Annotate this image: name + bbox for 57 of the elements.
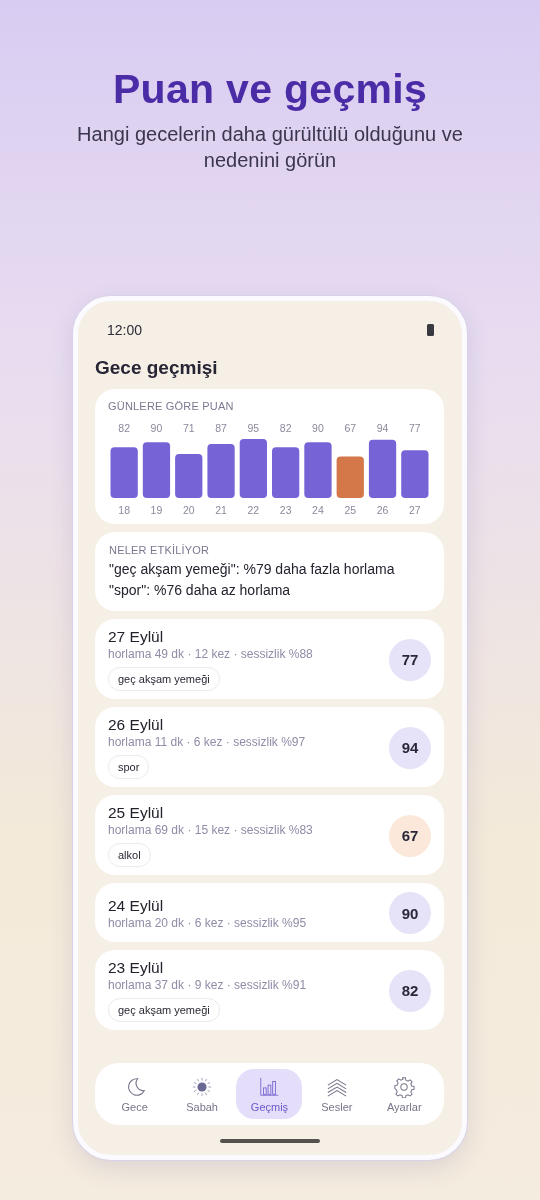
score-circle: 77 (389, 638, 431, 681)
day-label: 26 (376, 504, 389, 516)
night-date: 23 Eylül (108, 959, 165, 977)
night-date: 24 Eylül (108, 896, 165, 915)
night-card[interactable]: 24 Eylül horlama 20 dk · 6 kez · sessizlik %95 90 (95, 883, 444, 942)
card-caption: GÜNLERE GÖRE PUAN (108, 400, 235, 412)
card-caption: NELER ETKİLİYOR (109, 544, 211, 556)
bar-value-label: 82 (279, 422, 292, 434)
nav-tab[interactable]: Sabah (169, 1069, 236, 1119)
day-label: 23 (279, 504, 292, 516)
night-stats: horlama 11 dk · 6 kez · sessizlik %97 (108, 735, 307, 749)
day-label: 21 (215, 504, 227, 516)
night-card[interactable]: 23 Eylül horlama 37 dk · 9 kez · sessizlik %91 geç akşam yemeği 82 (95, 950, 444, 1030)
night-card[interactable]: 27 Eylül horlama 49 dk · 12 kez · sessizlik %88 geç akşam yemeği 77 (95, 619, 444, 699)
night-stats: horlama 49 dk · 12 kez · sessizlik %88 (108, 647, 314, 661)
day-label: 19 (150, 504, 163, 516)
screen-title: Gece geçmişi (95, 357, 219, 379)
day-label: 22 (247, 504, 260, 516)
day-label: 27 (409, 504, 421, 516)
day-label: 25 (344, 504, 357, 516)
night-stats: horlama 37 dk · 9 kez · sessizlik %91 (108, 978, 308, 992)
bar-value-label: 71 (182, 422, 195, 434)
bar-value-label: 94 (376, 422, 389, 434)
day-label: 20 (182, 504, 195, 516)
settings-icon (393, 1075, 416, 1098)
night-date: 25 Eylül (108, 804, 165, 822)
bar-value-label: 67 (344, 422, 357, 434)
bar-value-label: 90 (312, 422, 324, 434)
bar-value-label: 77 (409, 422, 421, 434)
bar-value-label: 87 (215, 422, 227, 434)
score-circle: 82 (389, 969, 431, 1012)
day-label: 24 (312, 504, 324, 516)
night-date: 26 Eylül (108, 716, 165, 734)
status-time: 12:00 (107, 322, 143, 338)
night-stats: horlama 69 dk · 15 kez · sessizlik %83 (108, 823, 314, 837)
bar-value-label: 82 (118, 422, 130, 434)
score-circle: 67 (389, 814, 431, 857)
bar-value-label: 90 (150, 422, 163, 434)
night-card[interactable]: 25 Eylül horlama 69 dk · 15 kez · sessizlik %83 alkol 67 (95, 795, 444, 875)
factor-text: "geç akşam yemeği": %79 daha fazla horlama (109, 561, 396, 577)
factor-text: "spor": %76 daha az horlama (109, 582, 292, 598)
bar-value-label: 95 (247, 422, 260, 434)
night-date: 27 Eylül (108, 628, 165, 646)
subheadline: Hangi gecelerin daha gürültülü olduğunu ve nedenini görün (76, 122, 464, 173)
nav-tab[interactable]: Gece (101, 1069, 168, 1119)
score-circle: 90 (389, 892, 431, 934)
score-circle: 94 (389, 726, 431, 769)
sun-icon (191, 1075, 214, 1098)
nav-tab[interactable]: Ayarlar (371, 1069, 438, 1119)
day-label: 18 (118, 504, 130, 516)
battery-icon (427, 324, 434, 336)
nav-tab[interactable]: Sesler (303, 1069, 370, 1119)
headline: Puan ve geçmiş (112, 66, 428, 113)
night-card[interactable]: 26 Eylül horlama 11 dk · 6 kez · sessizlik %97 spor 94 (95, 707, 444, 787)
night-stats: horlama 20 dk · 6 kez · sessizlik %95 (108, 915, 308, 930)
nav-tab[interactable]: Geçmiş (236, 1069, 303, 1119)
bar-chart-icon (258, 1075, 281, 1098)
